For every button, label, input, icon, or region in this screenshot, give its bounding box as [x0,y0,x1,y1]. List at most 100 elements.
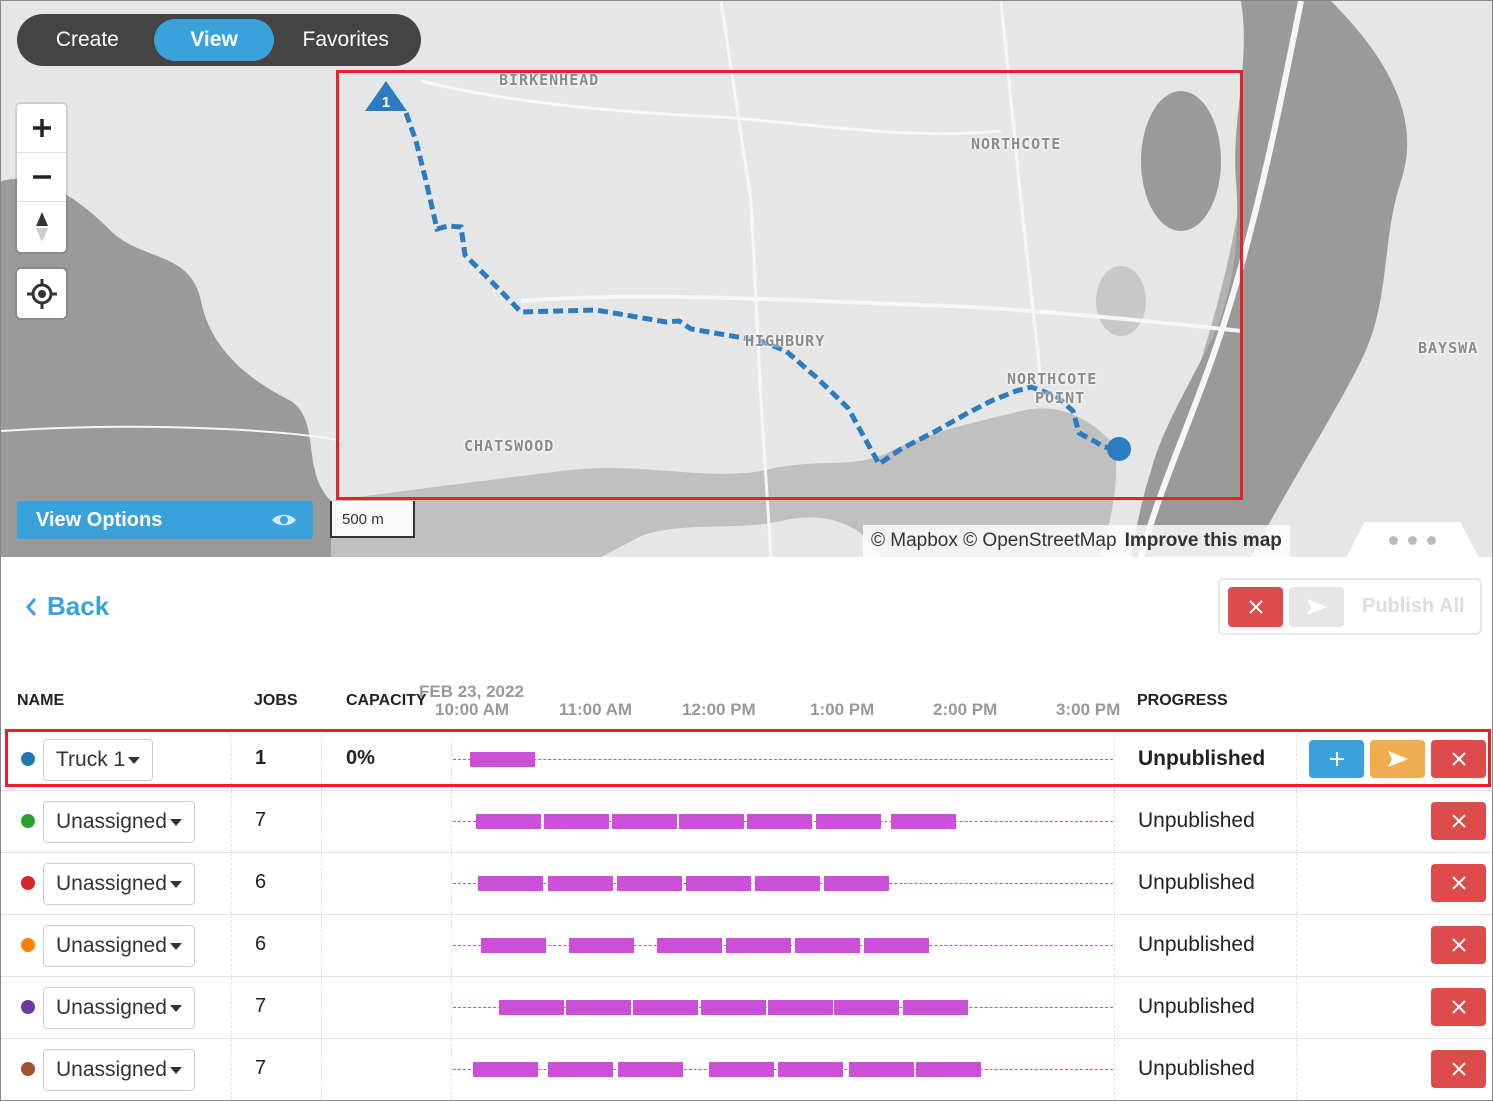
delete-route-button[interactable] [1431,988,1486,1026]
driver-select[interactable]: Unassigned [43,925,195,967]
zoom-out-button[interactable] [17,153,66,202]
job-segment[interactable] [476,814,541,829]
job-segment[interactable] [548,876,613,891]
job-segment[interactable] [816,814,881,829]
progress-status: Unpublished [1138,1057,1255,1080]
driver-select[interactable]: Unassigned [43,1049,195,1091]
more-dot-icon [1408,535,1417,545]
job-segment[interactable] [916,1062,981,1077]
column-divider [1296,915,1297,976]
table-row[interactable]: Unassigned 6 Unpublished [1,915,1492,977]
more-dot-icon [1427,535,1436,545]
publish-all-button[interactable]: Publish All [1362,595,1465,618]
plus-icon [32,119,51,137]
job-segment[interactable] [903,1000,968,1015]
job-segment[interactable] [633,1000,698,1015]
publish-route-button[interactable] [1370,740,1425,778]
table-row[interactable]: Unassigned 7 Unpublished [1,977,1492,1039]
delete-route-button[interactable] [1431,802,1486,840]
job-segment[interactable] [849,1062,914,1077]
job-segment[interactable] [566,1000,631,1015]
compass-button[interactable] [17,202,66,251]
job-segment[interactable] [795,938,860,953]
job-segment[interactable] [778,1062,843,1077]
time-tick-label: 10:00 AM [435,700,510,719]
job-segment[interactable] [544,814,609,829]
time-tick-label: 3:00 PM [1056,700,1121,719]
panel-drag-handle[interactable] [1346,522,1479,557]
table-row[interactable]: Unassigned 7 Unpublished [1,791,1492,853]
job-segment[interactable] [499,1000,564,1015]
job-segment[interactable] [709,1062,774,1077]
mode-view-tab[interactable]: View [153,19,275,61]
app-frame: 1 BIRKENHEAD NORTHCOTE HIGHBURY NORTHCOT… [0,0,1493,1101]
improve-map-link[interactable]: Improve this map [1125,530,1282,552]
mode-toggle: Create View Favorites [17,14,421,66]
job-segment[interactable] [478,876,543,891]
job-segment[interactable] [548,1062,613,1077]
job-segment[interactable] [679,814,744,829]
job-segment[interactable] [657,938,722,953]
mode-favorites-tab[interactable]: Favorites [274,19,417,61]
job-segment[interactable] [747,814,812,829]
caret-down-icon [169,880,182,888]
route-end-marker[interactable] [1107,437,1131,461]
column-header-progress: PROGRESS [1137,692,1228,709]
job-segment[interactable] [686,876,751,891]
map-canvas[interactable]: 1 [1,1,1493,557]
job-segment[interactable] [891,814,956,829]
table-row[interactable]: Unassigned 7 Unpublished [1,1039,1492,1100]
back-button[interactable]: Back [25,591,109,622]
job-segment[interactable] [481,938,546,953]
jobs-count: 6 [255,871,267,893]
driver-select[interactable]: Truck 1 [43,739,154,781]
job-segment[interactable] [470,752,535,767]
table-row[interactable]: Unassigned 6 Unpublished [1,853,1492,915]
mode-create-tab[interactable]: Create [21,19,154,61]
column-divider [1114,729,1115,790]
delete-route-button[interactable] [1431,740,1486,778]
route-color-dot [21,876,35,890]
job-segment[interactable] [726,938,791,953]
job-segment[interactable] [834,1000,899,1015]
route-timeline [453,814,1113,829]
job-segment[interactable] [864,938,929,953]
driver-select-value: Unassigned [56,810,167,833]
add-job-button[interactable] [1309,740,1364,778]
time-tick-label: 12:00 PM [682,700,756,719]
driver-select[interactable]: Unassigned [43,801,195,843]
compass-icon [35,211,48,242]
driver-select-value: Unassigned [56,934,167,957]
job-segment[interactable] [618,1062,683,1077]
delete-route-button[interactable] [1431,926,1486,964]
job-segment[interactable] [612,814,677,829]
delete-route-button[interactable] [1431,864,1486,902]
job-segment[interactable] [473,1062,538,1077]
column-divider [1114,853,1115,914]
caret-down-icon [169,942,182,950]
attribution-text[interactable]: © Mapbox © OpenStreetMap [871,530,1117,552]
job-segment[interactable] [755,876,820,891]
job-segment[interactable] [701,1000,766,1015]
map-view[interactable]: 1 BIRKENHEAD NORTHCOTE HIGHBURY NORTHCOT… [1,1,1493,557]
view-options-button[interactable]: View Options [17,501,313,539]
column-divider [451,791,452,852]
job-segment[interactable] [617,876,682,891]
geolocate-button[interactable] [17,269,66,318]
column-divider [321,915,322,976]
send-all-button[interactable] [1289,586,1344,627]
column-divider [321,977,322,1038]
job-segment[interactable] [824,876,889,891]
discard-all-button[interactable] [1228,586,1283,627]
job-segment[interactable] [768,1000,833,1015]
close-icon [1451,1062,1466,1076]
driver-select[interactable]: Unassigned [43,863,195,905]
zoom-in-button[interactable] [17,104,66,153]
column-divider [1114,977,1115,1038]
job-segment[interactable] [569,938,634,953]
more-dot-icon [1389,535,1398,545]
driver-select[interactable]: Unassigned [43,987,195,1029]
table-row[interactable]: Truck 1 1 0% Unpublished [1,729,1492,791]
scale-bar: 500 m [330,501,415,538]
delete-route-button[interactable] [1431,1050,1486,1088]
